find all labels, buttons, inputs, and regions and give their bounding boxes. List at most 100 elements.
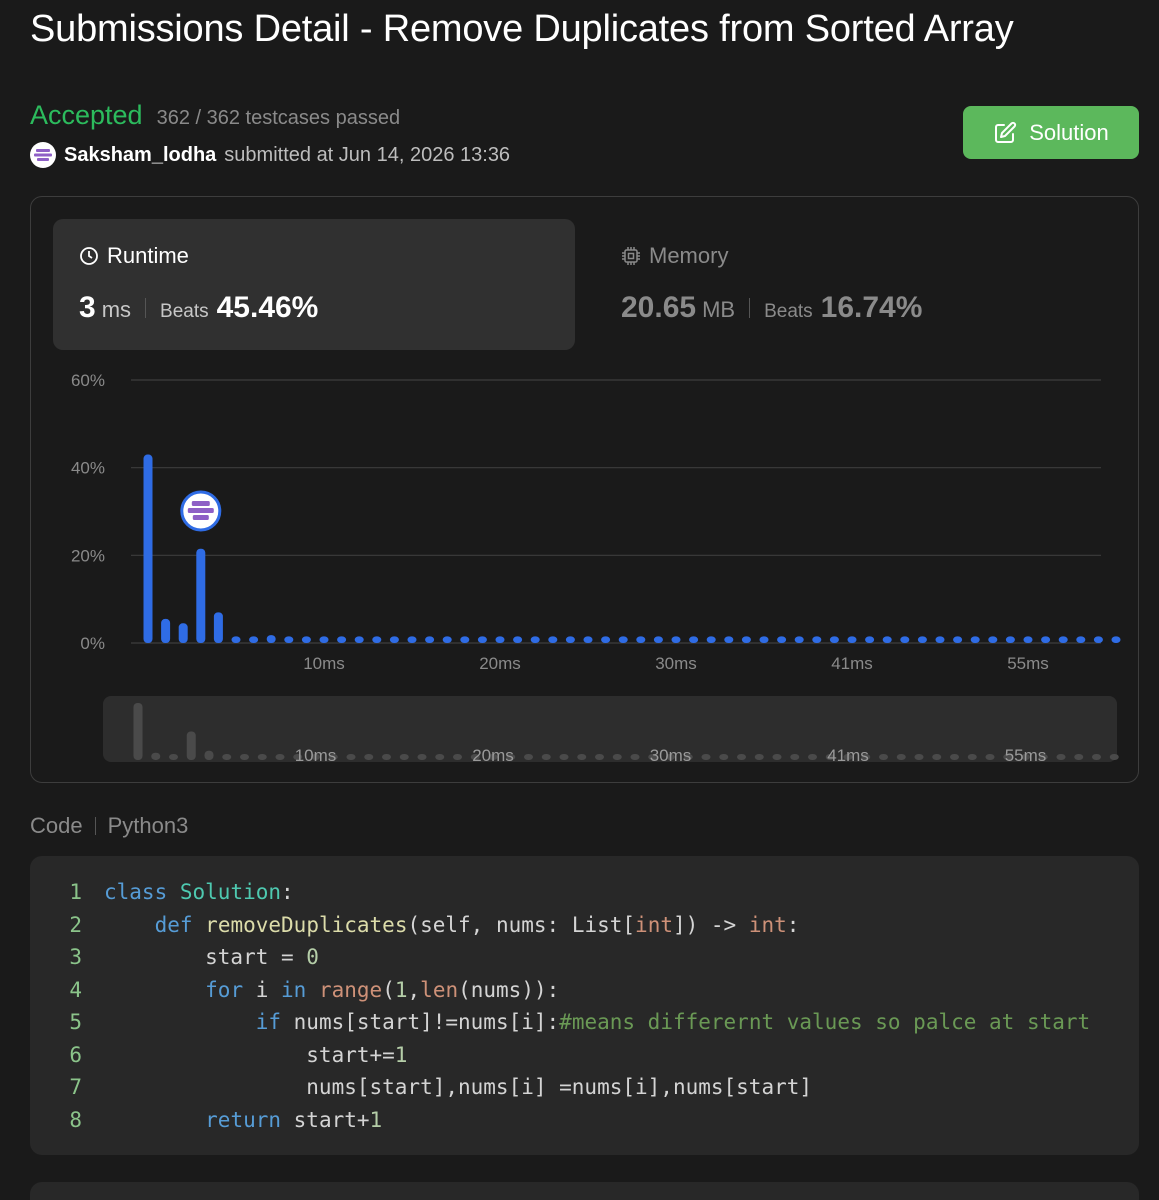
line-code: def removeDuplicates(self, nums: List[in… xyxy=(154,912,800,937)
chart-bar[interactable] xyxy=(618,636,628,643)
chart-bar[interactable] xyxy=(917,636,927,643)
chart-bar[interactable] xyxy=(882,636,892,643)
overview-bar xyxy=(595,754,604,760)
chart-bar[interactable] xyxy=(777,636,787,643)
solution-button[interactable]: Solution xyxy=(963,106,1139,159)
chart-bar[interactable] xyxy=(513,636,523,643)
chart-bar[interactable] xyxy=(442,636,452,643)
chart-bar[interactable] xyxy=(548,636,558,643)
chart-bar[interactable] xyxy=(706,636,716,643)
chart-bar[interactable] xyxy=(636,636,646,643)
overview-bar xyxy=(382,754,391,760)
code-header: Code Python3 xyxy=(30,813,188,839)
chart-bar[interactable] xyxy=(1023,636,1033,643)
chart-bar[interactable] xyxy=(319,636,329,643)
chart-bar[interactable] xyxy=(724,636,734,643)
overview-bar xyxy=(932,754,942,760)
chart-bar[interactable] xyxy=(213,612,223,643)
overview-bar xyxy=(612,754,622,760)
overview-range-slider[interactable] xyxy=(103,696,1117,762)
chart-bar[interactable] xyxy=(249,636,259,643)
x-tick-label: 55ms xyxy=(1007,654,1049,673)
line-code: class Solution: xyxy=(104,880,294,905)
line-number: 3 xyxy=(69,945,82,970)
chart-bar[interactable] xyxy=(970,636,980,643)
overview-bar xyxy=(1056,754,1066,760)
chart-bar[interactable] xyxy=(1041,636,1051,643)
chart-bar[interactable] xyxy=(689,636,699,643)
chart-bar[interactable] xyxy=(1058,636,1068,643)
bottom-panel xyxy=(30,1182,1139,1200)
overview-tick-label: 20ms xyxy=(472,746,514,765)
chart-bar[interactable] xyxy=(178,623,188,643)
chart-bar[interactable] xyxy=(953,636,963,643)
chart-bar[interactable] xyxy=(671,636,681,643)
overview-bar xyxy=(896,754,906,760)
chart-bar[interactable] xyxy=(653,636,663,643)
chart-bar[interactable] xyxy=(741,636,751,643)
divider xyxy=(94,817,96,835)
submitted-at: submitted at Jun 14, 2026 13:36 xyxy=(224,143,511,166)
username-link[interactable]: Saksham_lodha xyxy=(64,144,216,167)
chart-bar[interactable] xyxy=(900,636,910,643)
overview-bar xyxy=(967,754,977,760)
y-tick-label: 60% xyxy=(71,371,105,390)
code-line: 2 def removeDuplicates(self, nums: List[… xyxy=(30,909,1139,942)
chart-bar[interactable] xyxy=(196,548,206,643)
overview-bar xyxy=(808,754,817,760)
chart-bar[interactable] xyxy=(389,636,399,643)
overview-bar xyxy=(257,754,267,760)
chart-bar[interactable] xyxy=(601,636,611,643)
chart-bar[interactable] xyxy=(143,454,153,643)
avatar[interactable] xyxy=(30,142,56,168)
overview-bar xyxy=(1092,754,1101,760)
chart-bar[interactable] xyxy=(1005,636,1015,643)
chart-bar[interactable] xyxy=(759,636,769,643)
runtime-distribution-chart[interactable]: 60% 40% 20% 0% 10ms 20ms 30ms 41ms 55ms 10ms 20ms 3… xyxy=(31,197,1138,782)
code-line: 4 for i in range(1,len(nums)): xyxy=(30,974,1139,1007)
chart-bar[interactable] xyxy=(161,618,171,643)
chart-bar[interactable] xyxy=(372,636,382,643)
chart-bar[interactable] xyxy=(988,636,998,643)
x-tick-label: 30ms xyxy=(655,654,697,673)
chart-bar[interactable] xyxy=(794,636,804,643)
chart-bar[interactable] xyxy=(284,636,294,643)
chart-bar[interactable] xyxy=(266,635,276,643)
chart-bar[interactable] xyxy=(460,636,470,643)
chart-bar[interactable] xyxy=(354,636,364,643)
chart-bar[interactable] xyxy=(812,636,822,643)
chart-bar[interactable] xyxy=(477,636,487,643)
chart-bar[interactable] xyxy=(829,636,839,643)
code-line: 8 return start+1 xyxy=(30,1104,1139,1137)
code-line: 1 class Solution: xyxy=(30,876,1139,909)
chart-bar[interactable] xyxy=(847,636,857,643)
chart-bar[interactable] xyxy=(583,636,593,643)
chart-bar[interactable] xyxy=(530,636,540,643)
user-marker-stripe xyxy=(187,508,214,513)
chart-bar[interactable] xyxy=(1093,636,1103,643)
overview-bar xyxy=(541,754,551,760)
line-number: 7 xyxy=(69,1075,82,1100)
overview-bar xyxy=(453,754,462,760)
line-number: 8 xyxy=(69,1107,82,1132)
overview-bar xyxy=(222,754,232,760)
chart-bar[interactable] xyxy=(337,636,347,643)
chart-bar[interactable] xyxy=(865,636,875,643)
chart-bar[interactable] xyxy=(935,636,945,643)
overview-bar xyxy=(524,754,533,760)
chart-bar[interactable] xyxy=(231,636,241,643)
overview-bar xyxy=(169,754,178,760)
chart-bar[interactable] xyxy=(1076,636,1086,643)
chart-bar[interactable] xyxy=(407,636,417,643)
chart-bar[interactable] xyxy=(1111,636,1121,643)
code-block[interactable]: 1 class Solution: 2 def removeDuplicates… xyxy=(30,856,1139,1155)
chart-bar[interactable] xyxy=(425,636,435,643)
y-tick-label: 40% xyxy=(71,459,105,478)
overview-bar xyxy=(559,754,569,760)
chart-bar[interactable] xyxy=(301,636,311,643)
overview-bar xyxy=(950,754,959,760)
chart-bar[interactable] xyxy=(495,636,505,643)
overview-bar xyxy=(630,754,640,760)
code-line: 5 if nums[start]!=nums[i]:#means differe… xyxy=(30,1006,1139,1039)
chart-bar[interactable] xyxy=(565,636,575,643)
